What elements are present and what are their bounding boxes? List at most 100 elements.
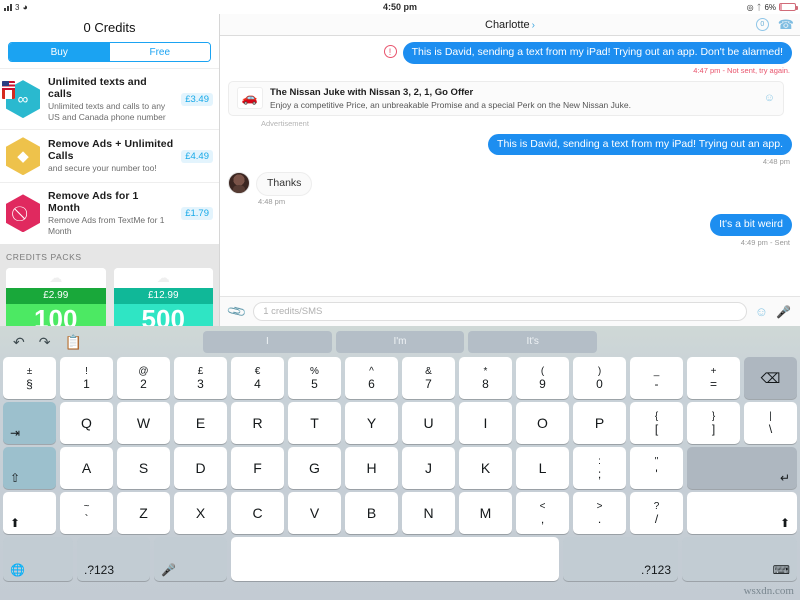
key-5[interactable]: % 5 — [288, 357, 341, 399]
message-input[interactable]: 1 credits/SMS — [253, 302, 747, 321]
credits-pack-card[interactable]: ☁ £12.99 500 — [113, 267, 213, 326]
key-0[interactable]: ) 0 — [573, 357, 626, 399]
key-m[interactable]: M — [459, 492, 512, 534]
paste-icon[interactable]: 📋 — [64, 335, 81, 349]
key-lower: . — [597, 511, 602, 526]
key-3[interactable]: £3 — [174, 357, 227, 399]
key-backtick[interactable]: ~ ` — [60, 492, 113, 534]
key-r[interactable]: R — [231, 402, 284, 444]
key-n[interactable]: N — [402, 492, 455, 534]
key-e[interactable]: E — [174, 402, 227, 444]
microphone-icon[interactable]: 🎤 — [776, 305, 791, 319]
hide-keyboard-icon[interactable]: ⌨ — [682, 537, 797, 581]
redo-icon[interactable]: ↷ — [39, 335, 51, 349]
key-g[interactable]: G — [288, 447, 341, 489]
key-2[interactable]: @2 — [117, 357, 170, 399]
key-period[interactable]: >. — [573, 492, 626, 534]
tab-icon[interactable]: ⇥ — [3, 402, 56, 444]
product-row-unlimited[interactable]: ∞ Unlimited texts and calls Unlimited te… — [0, 68, 219, 130]
message-bubble-incoming[interactable]: Thanks — [256, 172, 313, 196]
message-meta: 4:47 pm - Not sent, try again. — [693, 65, 790, 75]
key-q[interactable]: Q — [60, 402, 113, 444]
numeric-keyboard-button-right[interactable]: .?123 — [563, 537, 678, 581]
prediction-item[interactable]: I — [203, 330, 332, 353]
credits-pack-card[interactable]: ☁ £2.99 100 — [6, 267, 106, 326]
key-9[interactable]: (9 — [516, 357, 569, 399]
key-d[interactable]: D — [174, 447, 227, 489]
backspace-icon[interactable]: ⌫ — [744, 357, 797, 399]
key-v[interactable]: V — [288, 492, 341, 534]
key-upper: ) — [597, 365, 602, 377]
prediction-item[interactable]: It's — [468, 330, 598, 353]
key-semicolon[interactable]: :; — [573, 447, 626, 489]
product-row-remove-ads-month[interactable]: ⃠ Remove Ads for 1 Month Remove Ads from… — [0, 182, 219, 244]
key-l[interactable]: L — [516, 447, 569, 489]
smiley-icon[interactable]: ☺ — [755, 304, 768, 319]
key-section[interactable]: ± § — [3, 357, 56, 399]
key-w[interactable]: W — [117, 402, 170, 444]
key-b[interactable]: B — [345, 492, 398, 534]
key-k[interactable]: K — [459, 447, 512, 489]
key-lower: 4 — [254, 376, 261, 391]
caps-lock-icon[interactable]: ⇧ — [3, 447, 56, 489]
key-equals[interactable]: + = — [687, 357, 740, 399]
key-upper: + — [710, 365, 717, 377]
message-bubble-outgoing[interactable]: This is David, sending a text from my iP… — [488, 133, 792, 156]
key-7[interactable]: & 7 — [402, 357, 455, 399]
product-price[interactable]: £1.79 — [181, 206, 213, 220]
key-s[interactable]: S — [117, 447, 170, 489]
key-bracket-right[interactable]: }] — [687, 402, 740, 444]
key-i[interactable]: I — [459, 402, 512, 444]
message-meta: 4:48 pm — [258, 196, 286, 206]
tab-free[interactable]: Free — [109, 43, 210, 61]
key-backslash[interactable]: | \ — [744, 402, 797, 444]
key-lower: 7 — [425, 376, 432, 391]
key-lower: = — [709, 376, 717, 391]
space-bar[interactable] — [231, 537, 559, 581]
credits-badge[interactable]: 0 — [755, 18, 769, 31]
key-t[interactable]: T — [288, 402, 341, 444]
key-comma[interactable]: <, — [516, 492, 569, 534]
key-o[interactable]: O — [516, 402, 569, 444]
key-x[interactable]: X — [174, 492, 227, 534]
advertisement-card[interactable]: 🚗 The Nissan Juke with Nissan 3, 2, 1, G… — [228, 80, 784, 116]
key-u[interactable]: U — [402, 402, 455, 444]
product-row-remove-ads-unlimited[interactable]: ◆ Remove Ads + Unlimited Calls and secur… — [0, 129, 219, 183]
microphone-icon[interactable]: 🎤 — [154, 537, 227, 581]
numeric-keyboard-button-left[interactable]: .?123 — [77, 537, 150, 581]
on-screen-keyboard: ↶ ↷ 📋 I I'm It's ± § ! 1 @2 £3 €4 % 5 ^ 6 & 7… — [0, 326, 800, 600]
contact-name-button[interactable]: Charlotte › — [485, 19, 535, 31]
key-slash[interactable]: ? / — [630, 492, 683, 534]
message-bubble-outgoing[interactable]: This is David, sending a text from my iP… — [402, 42, 792, 64]
tab-buy[interactable]: Buy — [9, 43, 110, 61]
paperclip-icon[interactable]: 📎 — [226, 300, 248, 322]
key-1[interactable]: ! 1 — [60, 357, 113, 399]
product-price[interactable]: £3.49 — [181, 92, 213, 106]
phone-icon[interactable]: ☎ — [778, 18, 794, 31]
product-price[interactable]: £4.49 — [181, 149, 213, 163]
shift-icon-right[interactable]: ⬆ — [687, 492, 797, 534]
key-z[interactable]: Z — [117, 492, 170, 534]
message-bubble-outgoing[interactable]: It's a bit weird — [710, 213, 792, 236]
avatar[interactable] — [228, 172, 250, 195]
prediction-item[interactable]: I'm — [335, 330, 465, 353]
shift-icon-left[interactable]: ⬆ — [3, 492, 56, 534]
key-f[interactable]: F — [231, 447, 284, 489]
smiley-icon[interactable]: ☺ — [764, 92, 775, 104]
key-a[interactable]: A — [60, 447, 113, 489]
key-quote[interactable]: " ' — [630, 447, 683, 489]
key-hyphen[interactable]: _ - — [630, 357, 683, 399]
return-icon[interactable]: ↵ — [687, 447, 797, 489]
key-p[interactable]: P — [573, 402, 626, 444]
key-4[interactable]: €4 — [231, 357, 284, 399]
not-sent-warning-icon[interactable]: ! — [383, 45, 397, 58]
key-h[interactable]: H — [345, 447, 398, 489]
undo-icon[interactable]: ↶ — [13, 335, 25, 349]
key-c[interactable]: C — [231, 492, 284, 534]
key-y[interactable]: Y — [345, 402, 398, 444]
globe-icon[interactable]: 🌐 — [3, 537, 73, 581]
key-8[interactable]: * 8 — [459, 357, 512, 399]
key-6[interactable]: ^ 6 — [345, 357, 398, 399]
key-j[interactable]: J — [402, 447, 455, 489]
key-bracket-left[interactable]: {[ — [630, 402, 683, 444]
